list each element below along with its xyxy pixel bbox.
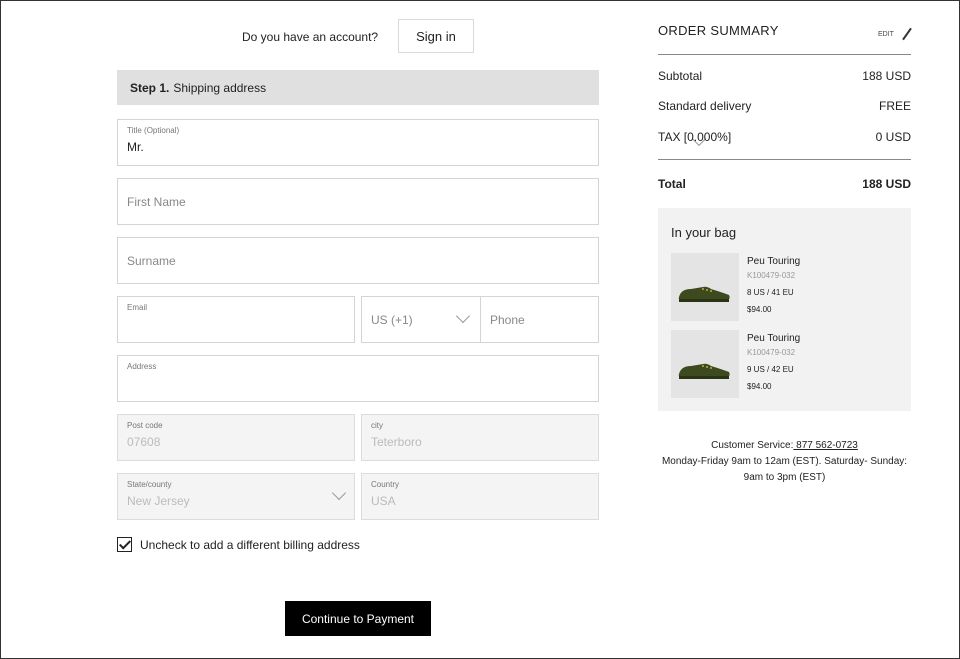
billing-checkbox-row[interactable]: Uncheck to add a different billing addre… bbox=[117, 537, 360, 552]
order-summary-title: ORDER SUMMARY bbox=[658, 23, 779, 38]
edit-link[interactable]: EDIT bbox=[878, 27, 914, 41]
first-name-placeholder: First Name bbox=[127, 194, 186, 209]
phone-placeholder: Phone bbox=[490, 312, 525, 327]
item-name[interactable]: Peu Touring bbox=[747, 256, 800, 267]
edit-label: EDIT bbox=[878, 30, 894, 38]
item-price: $94.00 bbox=[747, 305, 772, 314]
post-code-value: 07608 bbox=[127, 435, 161, 449]
summary-row-value: 0 USD bbox=[875, 130, 911, 144]
item-sku: K100479-032 bbox=[747, 271, 796, 280]
total-value: 188 USD bbox=[862, 177, 911, 191]
step-title: Shipping address bbox=[173, 80, 267, 95]
post-code-field[interactable]: Post code 07608 bbox=[117, 414, 355, 461]
total-label: Total bbox=[658, 177, 686, 191]
address-label: Address bbox=[127, 362, 157, 371]
item-name[interactable]: Peu Touring bbox=[747, 333, 800, 344]
country-code-value: US (+1) bbox=[371, 312, 413, 327]
country-field[interactable]: Country USA bbox=[361, 473, 599, 520]
summary-row-tax: TAX [0.000%] 0 USD bbox=[658, 130, 911, 144]
divider bbox=[658, 159, 911, 160]
state-label: State/county bbox=[127, 480, 172, 489]
sign-in-button[interactable]: Sign in bbox=[398, 19, 474, 53]
customer-service: Customer Service: 877 562-0723 Monday-Fr… bbox=[658, 438, 911, 486]
customer-service-hours: Monday-Friday 9am to 12am (EST). Saturda… bbox=[661, 456, 908, 483]
country-value: USA bbox=[371, 494, 396, 508]
item-sku: K100479-032 bbox=[747, 348, 796, 357]
shoe-icon bbox=[678, 363, 730, 379]
summary-row-value: 188 USD bbox=[862, 69, 911, 83]
surname-field[interactable]: Surname bbox=[117, 237, 599, 284]
summary-row-label: Standard delivery bbox=[658, 99, 752, 113]
title-select[interactable]: Title (Optional) Mr. bbox=[117, 119, 707, 166]
item-size: 8 US / 41 EU bbox=[747, 288, 794, 297]
summary-row-delivery: Standard delivery FREE bbox=[658, 99, 911, 113]
product-image[interactable] bbox=[671, 253, 739, 321]
check-icon[interactable] bbox=[117, 537, 132, 552]
country-label: Country bbox=[371, 480, 400, 489]
product-image[interactable] bbox=[671, 330, 739, 398]
account-question: Do you have an account? bbox=[242, 30, 379, 44]
bag-panel: In your bag Peu Touring K100479-032 8 US… bbox=[658, 208, 911, 411]
surname-placeholder: Surname bbox=[127, 253, 176, 268]
chevron-down-icon bbox=[455, 308, 471, 324]
country-code-select[interactable]: US (+1) bbox=[361, 296, 481, 343]
chevron-down-icon bbox=[331, 485, 347, 501]
city-label: city bbox=[371, 421, 383, 430]
post-code-label: Post code bbox=[127, 421, 163, 430]
shoe-icon bbox=[678, 286, 730, 302]
bag-item[interactable]: Peu Touring K100479-032 8 US / 41 EU $94… bbox=[671, 253, 901, 321]
divider bbox=[658, 54, 911, 55]
item-price: $94.00 bbox=[747, 382, 772, 391]
step-header: Step 1. Shipping address bbox=[117, 70, 599, 105]
customer-service-label: Customer Service: bbox=[711, 440, 794, 451]
summary-row-label: TAX [0.000%] bbox=[658, 130, 732, 144]
state-select[interactable]: State/county New Jersey bbox=[117, 473, 355, 520]
first-name-field[interactable]: First Name bbox=[117, 178, 599, 225]
continue-to-payment-button[interactable]: Continue to Payment bbox=[285, 601, 431, 636]
summary-row-subtotal: Subtotal 188 USD bbox=[658, 69, 911, 83]
item-size: 9 US / 42 EU bbox=[747, 365, 794, 374]
pencil-icon bbox=[900, 27, 914, 41]
customer-service-phone[interactable]: 877 562-0723 bbox=[793, 440, 858, 451]
summary-row-value: FREE bbox=[878, 99, 911, 113]
city-field[interactable]: city Teterboro bbox=[361, 414, 599, 461]
bag-item[interactable]: Peu Touring K100479-032 9 US / 42 EU $94… bbox=[671, 330, 901, 398]
city-value: Teterboro bbox=[371, 435, 422, 449]
state-value: New Jersey bbox=[127, 494, 190, 508]
email-label: Email bbox=[127, 303, 148, 312]
phone-field[interactable]: Phone bbox=[480, 296, 599, 343]
bag-title: In your bag bbox=[671, 225, 737, 240]
summary-total: Total 188 USD bbox=[658, 177, 911, 191]
address-field[interactable]: Address bbox=[117, 355, 599, 402]
title-label: Title (Optional) bbox=[127, 126, 180, 135]
email-field[interactable]: Email bbox=[117, 296, 355, 343]
step-number: Step 1. bbox=[130, 80, 170, 95]
summary-row-label: Subtotal bbox=[658, 69, 703, 83]
title-value: Mr. bbox=[127, 140, 144, 154]
billing-checkbox-label: Uncheck to add a different billing addre… bbox=[140, 537, 360, 552]
